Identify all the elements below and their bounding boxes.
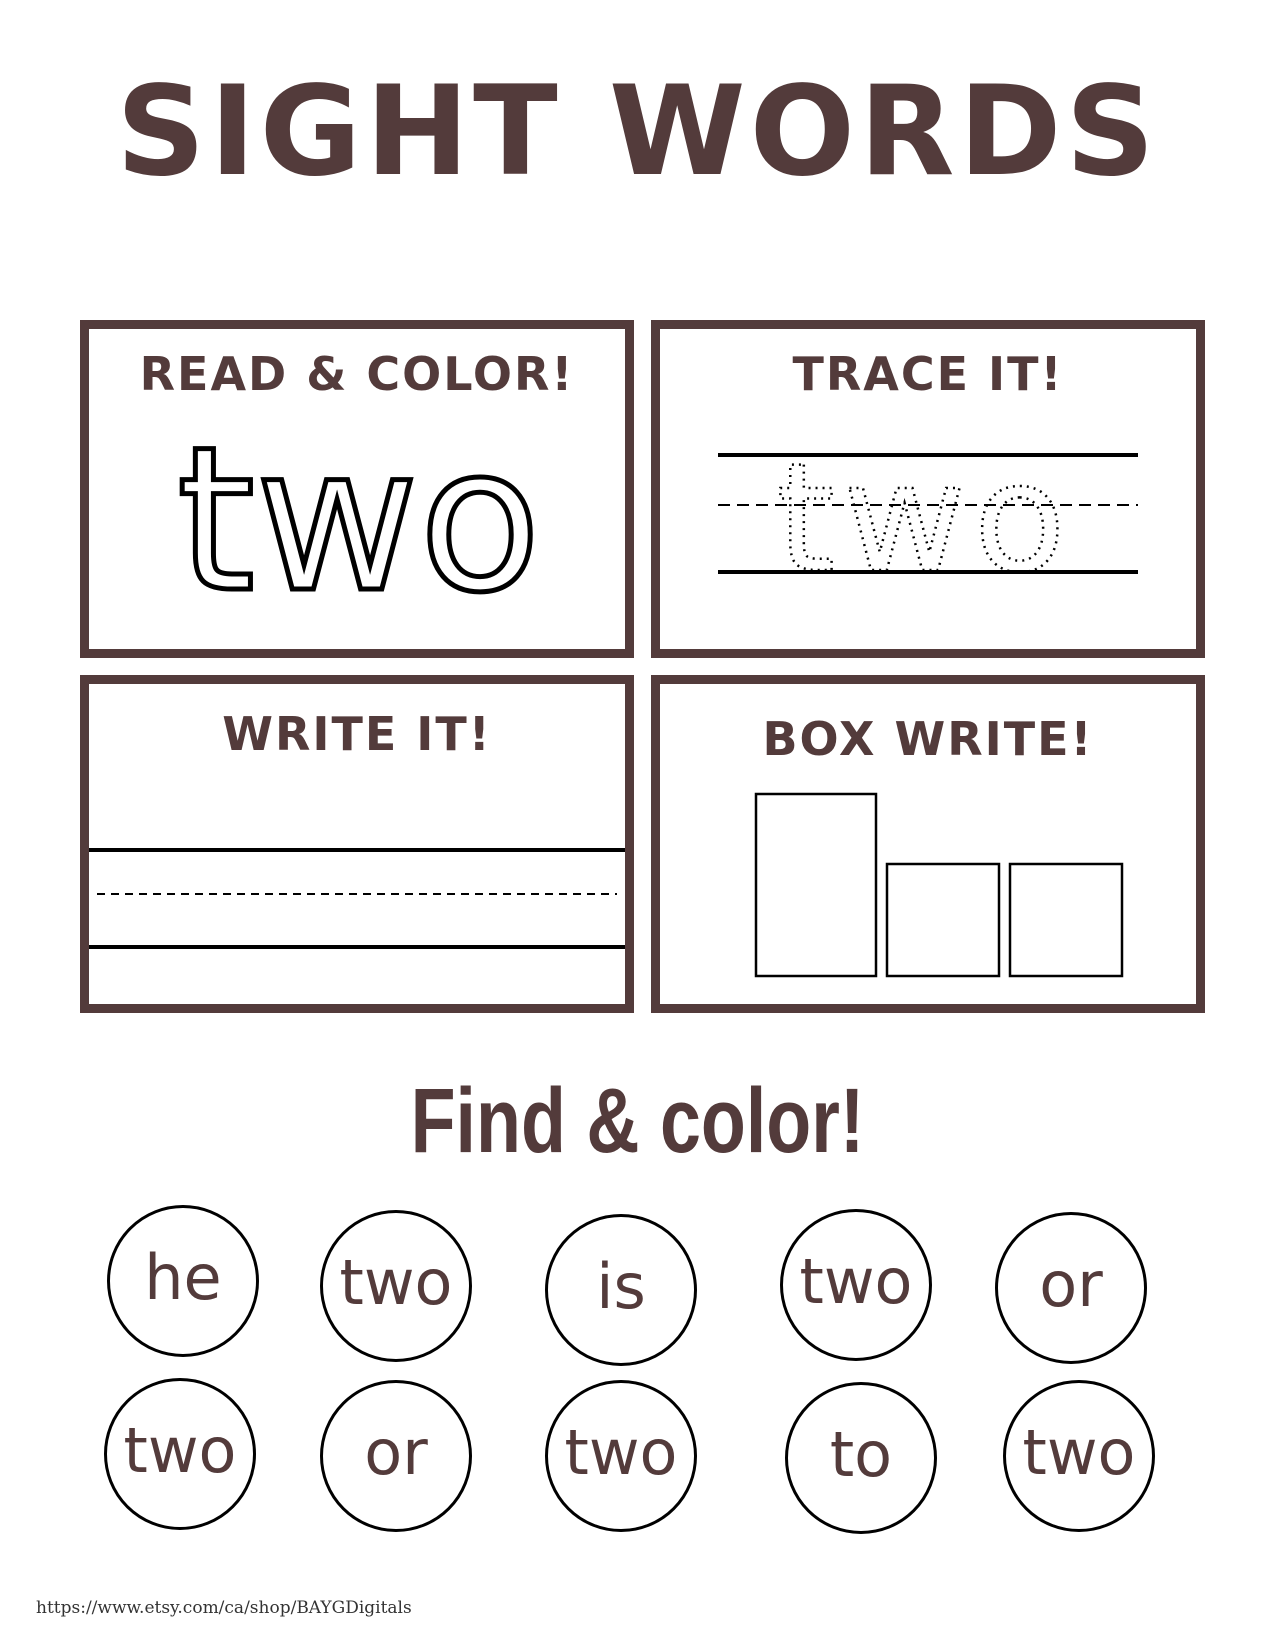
- word-bubble-text: to: [829, 1418, 893, 1491]
- word-bubble[interactable]: two: [1003, 1380, 1155, 1532]
- word-bubble-text: two: [123, 1414, 237, 1487]
- letter-box-tall[interactable]: [754, 792, 878, 978]
- find-color-heading: Find & color!: [410, 1070, 865, 1172]
- page-title: SIGHT WORDS: [116, 60, 1159, 204]
- word-bubble[interactable]: two: [780, 1209, 932, 1361]
- box-write-panel: BOX WRITE!: [651, 675, 1205, 1013]
- trace-word[interactable]: two: [775, 431, 1073, 608]
- word-bubble-text: is: [596, 1250, 646, 1323]
- word-bubble-text: or: [1039, 1248, 1103, 1321]
- letter-box-short-1[interactable]: [885, 862, 1001, 978]
- word-bubble[interactable]: or: [320, 1380, 472, 1532]
- outlined-word: two: [174, 402, 543, 640]
- letter-boxes: [754, 792, 1124, 978]
- read-color-panel: READ & COLOR! two: [80, 320, 634, 658]
- footer-url[interactable]: https://www.etsy.com/ca/shop/BAYGDigital…: [36, 1598, 412, 1618]
- write-panel: WRITE IT!: [80, 675, 634, 1013]
- word-bubble[interactable]: to: [785, 1382, 937, 1534]
- word-bubble[interactable]: or: [995, 1212, 1147, 1364]
- word-bubble[interactable]: is: [545, 1214, 697, 1366]
- write-lines[interactable]: [89, 684, 625, 1004]
- word-bubble-text: or: [364, 1416, 428, 1489]
- word-bubble[interactable]: two: [320, 1210, 472, 1362]
- trace-panel: TRACE IT! two: [651, 320, 1205, 658]
- word-bubble[interactable]: he: [107, 1205, 259, 1357]
- outlined-word-text[interactable]: two: [174, 402, 543, 640]
- word-bubble[interactable]: two: [104, 1378, 256, 1530]
- word-bubble-text: he: [144, 1241, 222, 1314]
- word-bubble-text: two: [1022, 1416, 1136, 1489]
- word-bubble-text: two: [564, 1416, 678, 1489]
- letter-box-short-2[interactable]: [1008, 862, 1124, 978]
- trace-lines: two: [718, 431, 1138, 608]
- word-bubble-text: two: [799, 1245, 913, 1318]
- word-bubble[interactable]: two: [545, 1380, 697, 1532]
- word-bubble-text: two: [339, 1246, 453, 1319]
